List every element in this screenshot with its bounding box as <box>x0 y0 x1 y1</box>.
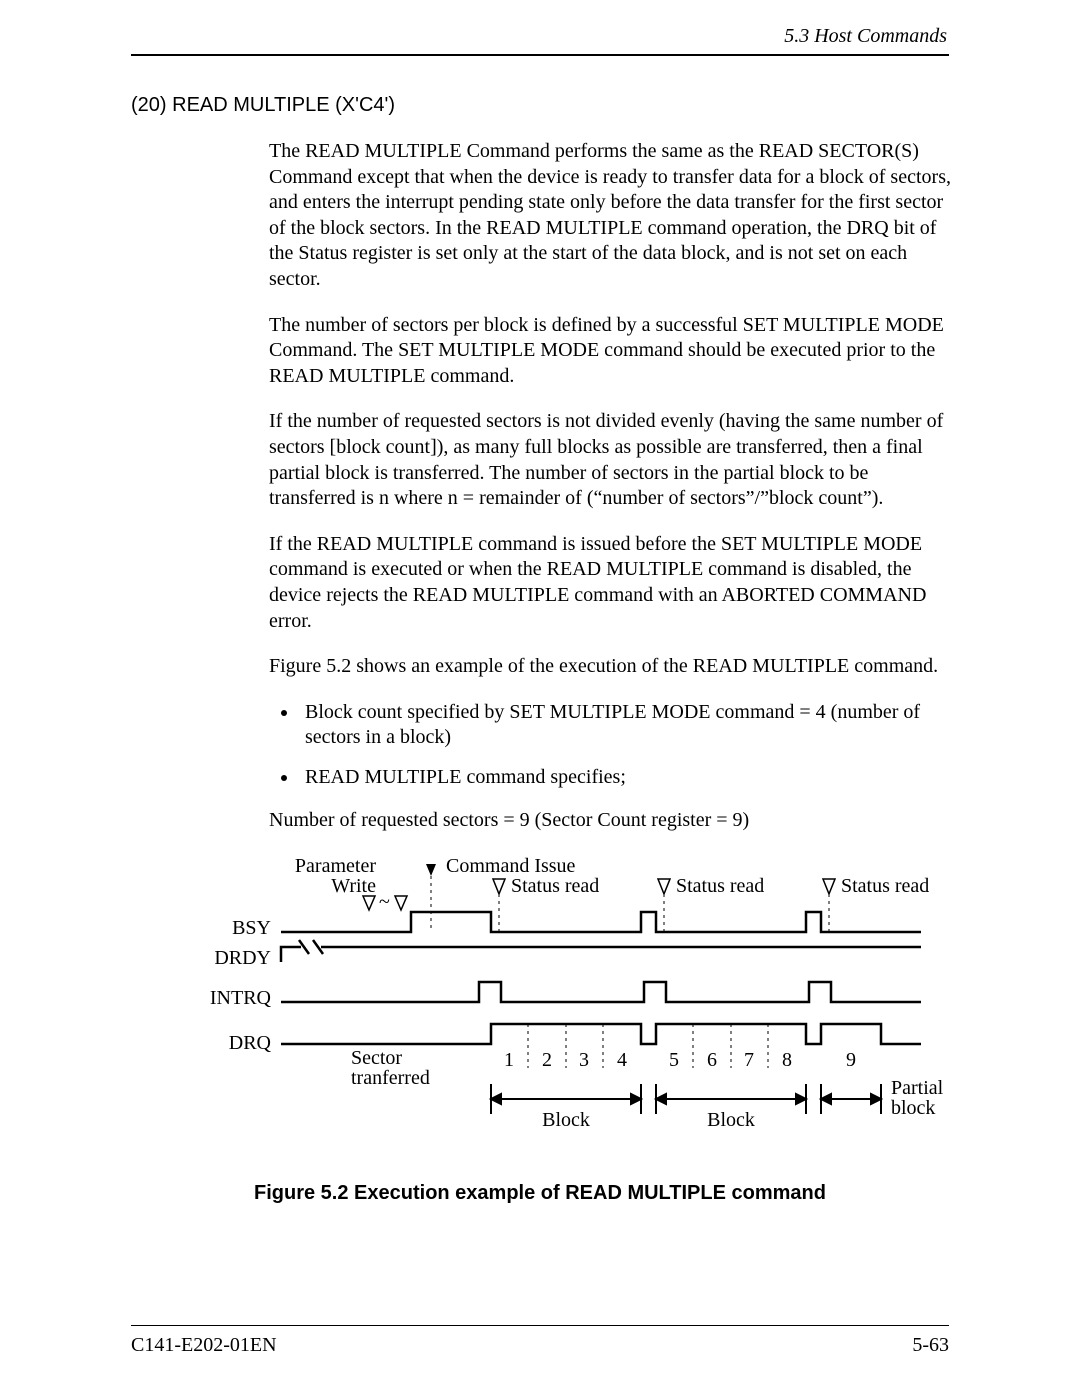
svg-text:4: 4 <box>617 1049 627 1071</box>
svg-text:Write: Write <box>331 875 376 897</box>
svg-text:Status read: Status read <box>841 875 929 897</box>
svg-text:tranferred: tranferred <box>351 1067 430 1089</box>
svg-text:Status read: Status read <box>676 875 764 897</box>
svg-text:5: 5 <box>669 1049 679 1071</box>
svg-text:Partial: Partial <box>891 1077 944 1099</box>
svg-text:Block: Block <box>542 1109 590 1131</box>
svg-text:~: ~ <box>379 891 390 913</box>
bullet-item: Block count specified by SET MULTIPLE MO… <box>299 700 951 751</box>
svg-text:Sector: Sector <box>351 1047 402 1069</box>
svg-text:Parameter: Parameter <box>295 855 376 877</box>
footer-rule <box>131 1325 949 1326</box>
svg-text:3: 3 <box>579 1049 589 1071</box>
svg-text:Block: Block <box>707 1109 755 1131</box>
timing-diagram: BSY DRDY INTRQ DRQ Parameter Write Comma… <box>201 854 951 1154</box>
page-number: 5-63 <box>912 1334 949 1357</box>
section-header: 5.3 Host Commands <box>131 25 949 48</box>
svg-text:DRQ: DRQ <box>229 1032 272 1054</box>
paragraph: If the number of requested sectors is no… <box>269 409 951 511</box>
svg-text:1: 1 <box>504 1049 514 1071</box>
paragraph: If the READ MULTIPLE command is issued b… <box>269 532 951 634</box>
paragraph: Figure 5.2 shows an example of the execu… <box>269 654 951 680</box>
svg-text:9: 9 <box>846 1049 856 1071</box>
doc-id: C141-E202-01EN <box>131 1334 277 1357</box>
svg-text:BSY: BSY <box>232 917 271 939</box>
paragraph: Number of requested sectors = 9 (Sector … <box>269 808 951 834</box>
svg-text:block: block <box>891 1097 935 1119</box>
svg-text:DRDY: DRDY <box>214 947 271 969</box>
paragraph: The number of sectors per block is defin… <box>269 313 951 390</box>
paragraph: The READ MULTIPLE Command performs the s… <box>269 139 951 293</box>
svg-text:Command Issue: Command Issue <box>446 855 576 877</box>
svg-text:2: 2 <box>542 1049 552 1071</box>
section-title: (20) READ MULTIPLE (X'C4') <box>131 94 949 117</box>
svg-text:Status read: Status read <box>511 875 599 897</box>
svg-text:INTRQ: INTRQ <box>210 987 272 1009</box>
svg-text:8: 8 <box>782 1049 792 1071</box>
svg-text:7: 7 <box>744 1049 754 1071</box>
header-rule <box>131 54 949 56</box>
bullet-item: READ MULTIPLE command specifies; <box>299 765 951 791</box>
figure-caption: Figure 5.2 Execution example of READ MUL… <box>131 1182 949 1205</box>
svg-text:6: 6 <box>707 1049 717 1071</box>
